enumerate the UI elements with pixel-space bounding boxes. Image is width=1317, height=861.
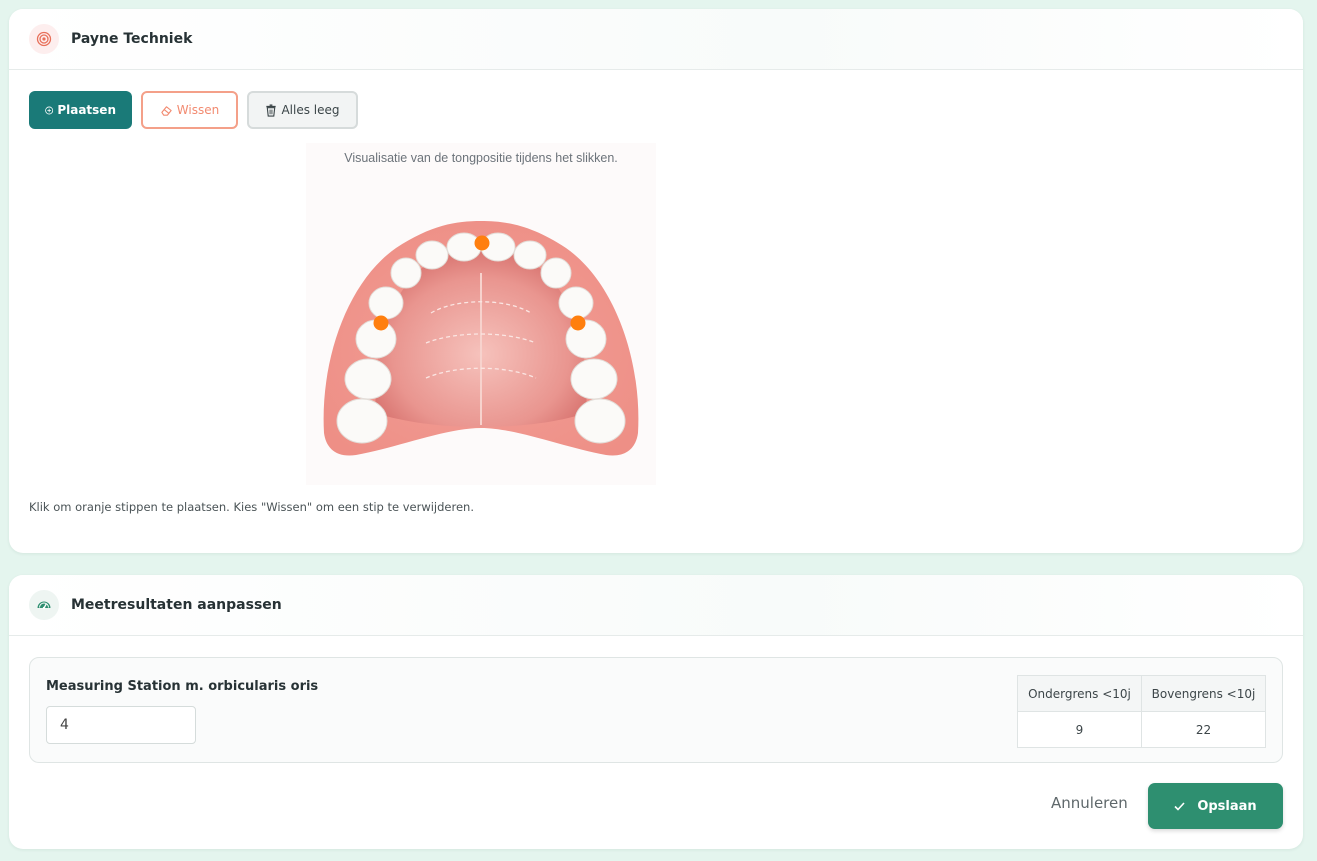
erase-button-label: Wissen <box>176 103 220 117</box>
placed-dot[interactable] <box>474 235 490 251</box>
upper-limit-value: 22 <box>1141 711 1266 748</box>
eraser-icon <box>161 105 172 116</box>
save-button[interactable]: Opslaan <box>1148 783 1283 829</box>
erase-button[interactable]: Wissen <box>141 91 238 129</box>
payne-hint: Klik om oranje stippen te plaatsen. Kies… <box>29 500 474 514</box>
trash-icon <box>266 103 277 117</box>
place-button-label: Plaatsen <box>57 103 116 117</box>
placed-dot[interactable] <box>570 315 586 331</box>
save-button-label: Opslaan <box>1197 798 1257 814</box>
measurement-label: Measuring Station m. orbicularis oris <box>46 679 319 694</box>
measurement-value-input[interactable] <box>46 706 196 744</box>
measurement-title: Meetresultaten aanpassen <box>71 597 282 613</box>
payne-card-header: Payne Techniek <box>9 9 1303 70</box>
lower-limit-value: 9 <box>1017 711 1142 748</box>
gauge-icon <box>29 590 59 620</box>
payne-card: Payne Techniek Plaatsen Wissen Alles lee… <box>9 9 1303 553</box>
cancel-button[interactable]: Annuleren <box>1051 794 1128 812</box>
limits-table: Ondergrens <10j Bovengrens <10j 9 22 <box>1017 675 1266 748</box>
measurement-card-header: Meetresultaten aanpassen <box>9 575 1303 636</box>
palate-figure[interactable]: Visualisatie van de tongpositie tijdens … <box>306 143 656 485</box>
payne-toolbar: Plaatsen Wissen Alles leeg <box>29 91 358 129</box>
measurement-card: Meetresultaten aanpassen Measuring Stati… <box>9 575 1303 849</box>
check-icon <box>1174 801 1185 811</box>
payne-title: Payne Techniek <box>71 31 193 47</box>
placed-dot[interactable] <box>373 315 389 331</box>
place-button[interactable]: Plaatsen <box>29 91 132 129</box>
target-icon <box>29 24 59 54</box>
measurement-row: Measuring Station m. orbicularis oris On… <box>29 657 1283 763</box>
upper-limit-header: Bovengrens <10j <box>1141 675 1266 712</box>
clear-all-button-label: Alles leeg <box>281 103 340 117</box>
clear-all-button[interactable]: Alles leeg <box>247 91 358 129</box>
plus-circle-icon <box>45 106 54 114</box>
dots-layer <box>373 235 586 331</box>
lower-limit-header: Ondergrens <10j <box>1017 675 1142 712</box>
